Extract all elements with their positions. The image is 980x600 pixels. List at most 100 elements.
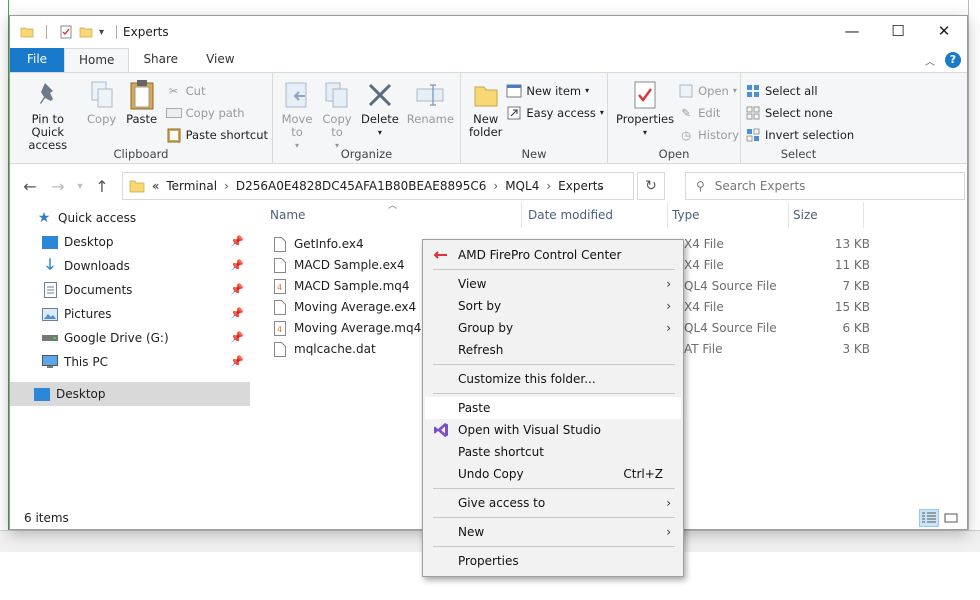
nav-quick-access[interactable]: ★ Quick access (10, 206, 250, 230)
menu-item-new[interactable]: New › (425, 521, 681, 543)
nav-desktop[interactable]: Desktop 📌 (10, 230, 250, 254)
menu-item-open-with-visual-studio[interactable]: Open with Visual Studio (425, 419, 681, 441)
menu-item-refresh[interactable]: Refresh (425, 339, 681, 361)
nav-google-drive[interactable]: Google Drive (G:) 📌 (10, 326, 250, 350)
column-headers: ︿ Name Date modified Type Size (266, 201, 966, 228)
file-name: MACD Sample.ex4 (294, 258, 405, 272)
invert-selection-button[interactable]: Invert selection (745, 125, 854, 144)
cut-button[interactable]: ✂ Cut (166, 81, 268, 100)
paste-shortcut-button[interactable]: Paste shortcut (166, 125, 268, 144)
quick-access-toolbar: ▾ (10, 25, 123, 39)
large-icons-view-icon[interactable] (941, 509, 961, 527)
menu-item-amd-firepro[interactable]: AMD FirePro Control Center (425, 244, 681, 266)
up-arrow-icon[interactable]: ↑ (90, 174, 114, 198)
pin-icon[interactable]: 📌 (230, 259, 244, 272)
new-item-button[interactable]: New item ▾ (506, 81, 604, 100)
divider (46, 25, 47, 39)
documents-icon (42, 282, 58, 298)
drive-icon (42, 330, 58, 346)
menu-item-properties[interactable]: Properties (425, 550, 681, 572)
copy-to-icon (325, 82, 348, 108)
forward-arrow-icon[interactable]: → (46, 174, 70, 198)
breadcrumb-mql4[interactable]: MQL4 (505, 179, 539, 193)
breadcrumb-separator-icon[interactable]: › (546, 179, 551, 193)
collapse-ribbon-chevron-icon[interactable]: ︿ (925, 53, 935, 68)
breadcrumb-separator-icon[interactable]: › (493, 179, 498, 193)
nav-pictures[interactable]: Pictures 📌 (10, 302, 250, 326)
file-name: GetInfo.ex4 (294, 237, 364, 251)
address-bar[interactable]: « Terminal › D256A0E4828DC45AFA1B80BEAE8… (122, 172, 634, 200)
breadcrumb-separator-icon[interactable]: › (224, 179, 229, 193)
nav-this-pc[interactable]: This PC 📌 (10, 350, 250, 374)
open-button[interactable]: Open ▾ (678, 81, 739, 100)
recent-locations-chevron-icon[interactable]: ▾ (74, 174, 86, 198)
column-header-size[interactable]: Size (789, 202, 864, 228)
breadcrumb-hash-folder[interactable]: D256A0E4828DC45AFA1B80BEAE8895C6 (236, 179, 487, 193)
open-group: Properties ▾ Open ▾ ✎ Edit ◷ History Open (608, 73, 741, 163)
pin-icon[interactable]: 📌 (230, 307, 244, 320)
address-dropdown-chevron-icon[interactable]: ⌄ (595, 179, 605, 193)
desktop-icon (34, 386, 50, 402)
nav-downloads[interactable]: 🡓 Downloads 📌 (10, 254, 250, 278)
shortcut-label: Ctrl+Z (623, 467, 663, 481)
menu-item-group-by[interactable]: Group by › (425, 317, 681, 339)
tab-share[interactable]: Share (129, 48, 192, 72)
file-size: 15 KB (834, 300, 870, 314)
refresh-icon[interactable]: ↻ (637, 172, 665, 200)
column-header-name[interactable]: Name (266, 202, 522, 228)
menu-item-paste-shortcut[interactable]: Paste shortcut (425, 441, 681, 463)
new-folder-icon[interactable] (79, 25, 93, 39)
easy-access-button[interactable]: Easy access ▾ (506, 103, 604, 122)
edit-button[interactable]: ✎ Edit (678, 103, 739, 122)
tab-file[interactable]: File (10, 48, 64, 72)
clipboard-icon (130, 80, 154, 110)
menu-item-give-access-to[interactable]: Give access to › (425, 492, 681, 514)
search-input[interactable]: ⚲ Search Experts (685, 172, 965, 200)
menu-separator (433, 393, 675, 394)
window-title: Experts (123, 25, 169, 39)
breadcrumb-terminal[interactable]: Terminal (166, 179, 217, 193)
nav-desktop-root[interactable]: Desktop (10, 382, 250, 406)
menu-item-undo-copy[interactable]: Undo Copy Ctrl+Z (425, 463, 681, 485)
pin-icon[interactable]: 📌 (230, 331, 244, 344)
close-button[interactable]: ✕ (921, 16, 967, 46)
customize-toolbar-chevron-icon[interactable]: ▾ (99, 27, 104, 38)
file-type: X4 File (684, 237, 724, 251)
file-name: MACD Sample.mq4 (294, 279, 410, 293)
tab-home[interactable]: Home (64, 48, 130, 72)
open-icon (678, 83, 694, 99)
history-button[interactable]: ◷ History (678, 125, 739, 144)
view-switcher (919, 509, 961, 527)
pin-icon[interactable]: 📌 (230, 355, 244, 368)
copy-path-button[interactable]: Copy path (165, 103, 268, 122)
back-arrow-icon[interactable]: ← (18, 174, 42, 198)
clipboard-group: Pin to Quick access Copy Paste ✂ Cut Copy… (10, 73, 273, 163)
menu-item-paste[interactable]: Paste (425, 397, 681, 419)
pin-icon[interactable]: 📌 (230, 235, 244, 248)
select-all-button[interactable]: Select all (745, 81, 854, 100)
column-header-type[interactable]: Type (668, 202, 789, 228)
help-icon[interactable]: ? (945, 52, 961, 68)
nav-documents[interactable]: Documents 📌 (10, 278, 250, 302)
folder-icon (20, 27, 34, 38)
menu-item-sort-by[interactable]: Sort by › (425, 295, 681, 317)
maximize-button[interactable]: ☐ (875, 16, 921, 46)
details-view-icon[interactable] (919, 509, 939, 527)
mq4-file-icon: 4 (274, 279, 286, 294)
copy-path-icon (165, 105, 182, 121)
tab-view[interactable]: View (192, 48, 248, 72)
pin-icon[interactable]: 📌 (230, 283, 244, 296)
minimize-button[interactable]: — (829, 16, 875, 46)
select-none-button[interactable]: Select none (745, 103, 854, 122)
column-header-date[interactable]: Date modified (524, 202, 668, 228)
file-size: 6 KB (842, 321, 870, 335)
menu-item-view[interactable]: View › (425, 273, 681, 295)
select-none-icon (745, 105, 761, 121)
file-name: mqlcache.dat (294, 342, 376, 356)
properties-check-icon[interactable] (59, 25, 73, 39)
breadcrumb-overflow[interactable]: « (152, 179, 159, 193)
file-icon (274, 300, 286, 315)
clipboard-group-label: Clipboard (113, 147, 169, 161)
move-to-icon (285, 82, 307, 108)
menu-item-customize-folder[interactable]: Customize this folder... (425, 368, 681, 390)
